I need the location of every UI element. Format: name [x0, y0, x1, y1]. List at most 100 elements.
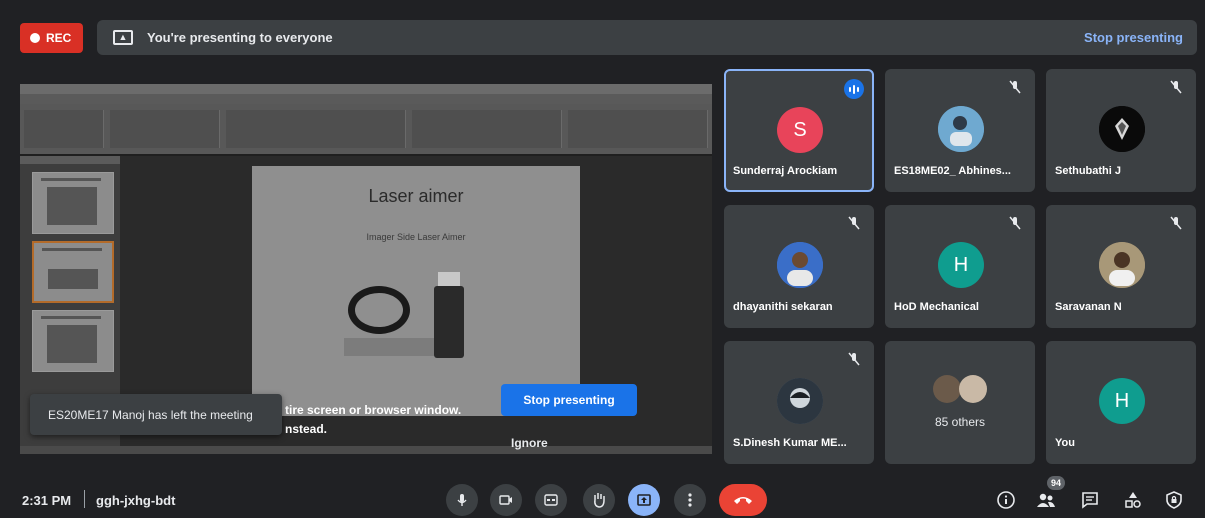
participant-name: ES18ME02_ Abhines...	[894, 165, 1011, 177]
shield-lock-icon	[1166, 491, 1182, 509]
thumb-image	[48, 269, 98, 289]
others-count-label: 85 others	[934, 415, 986, 429]
stop-presenting-link[interactable]: Stop presenting	[1084, 30, 1183, 45]
thumb-title	[42, 248, 102, 251]
mic-off-icon	[1170, 216, 1182, 230]
clock-time: 2:31 PM	[22, 493, 72, 508]
participant-tile[interactable]: S Sunderraj Arockiam	[724, 69, 874, 192]
slide-title: Laser aimer	[368, 186, 464, 206]
participant-tile[interactable]: S.Dinesh Kumar ME...	[724, 341, 874, 464]
participant-name: You	[1055, 437, 1075, 449]
share-notice-line1: tire screen or browser window.	[285, 403, 462, 417]
more-vert-icon	[688, 493, 692, 507]
raise-hand-button[interactable]	[583, 484, 615, 516]
mic-off-icon	[848, 216, 860, 230]
rec-label: REC	[46, 31, 72, 45]
participant-name: dhayanithi sekaran	[733, 301, 833, 313]
slide-thumbnail	[32, 172, 114, 234]
avatar: S	[777, 107, 823, 153]
presenting-banner: ▲ You're presenting to everyone Stop pre…	[97, 20, 1197, 55]
ppt-ribbon-group	[110, 110, 220, 148]
captions-icon	[544, 494, 558, 506]
thumb-image	[47, 325, 97, 363]
meeting-details-button[interactable]	[995, 489, 1017, 511]
present-now-button[interactable]	[628, 484, 660, 516]
ring-image	[348, 286, 410, 334]
slide-thumbnail	[32, 310, 114, 372]
participant-tile[interactable]: Saravanan N	[1046, 205, 1196, 328]
microphone-button[interactable]	[446, 484, 478, 516]
participant-left-toast: ES20ME17 Manoj has left the meeting	[30, 394, 282, 435]
mic-off-icon	[1009, 80, 1021, 94]
top-bar: REC ▲ You're presenting to everyone Stop…	[0, 0, 1205, 62]
ppt-slide-panel-tabs	[20, 156, 120, 164]
stop-presenting-button[interactable]: Stop presenting	[501, 384, 637, 416]
avatar: H	[938, 242, 984, 288]
ppt-ribbon-tabs	[20, 94, 712, 104]
participant-name: Saravanan N	[1055, 301, 1122, 313]
current-slide: Laser aimer Imager Side Laser Aimer	[252, 166, 580, 416]
participants-button[interactable]	[1035, 489, 1057, 511]
participants-count-badge: 94	[1047, 476, 1065, 490]
participant-name: Sunderraj Arockiam	[733, 165, 838, 177]
participant-name: HoD Mechanical	[894, 301, 979, 313]
thumb-title	[41, 178, 101, 181]
share-notice-line2: nstead.	[285, 422, 328, 436]
people-icon	[1037, 493, 1055, 507]
chat-icon	[1082, 492, 1098, 509]
presenting-text: You're presenting to everyone	[147, 30, 333, 45]
participant-name: Sethubathi J	[1055, 165, 1122, 177]
record-dot-icon	[30, 33, 40, 43]
ppt-ribbon-group	[24, 110, 104, 148]
mic-off-icon	[1009, 216, 1021, 230]
avatar-initial: H	[953, 253, 969, 276]
toast-text: ES20ME17 Manoj has left the meeting	[48, 407, 253, 422]
avatar-photo	[1099, 106, 1145, 152]
avatar-photo	[938, 106, 984, 152]
host-controls-button[interactable]	[1163, 489, 1185, 511]
mic-icon	[457, 494, 467, 506]
leave-call-button[interactable]	[719, 484, 767, 516]
speaking-indicator-icon	[844, 79, 864, 99]
participant-tile[interactable]: Sethubathi J	[1046, 69, 1196, 192]
info-icon	[997, 491, 1015, 509]
recording-badge: REC	[20, 23, 83, 53]
avatar-photo	[933, 375, 961, 403]
participant-tile[interactable]: dhayanithi sekaran	[724, 205, 874, 328]
meeting-code: ggh-jxhg-bdt	[96, 493, 176, 508]
present-icon	[637, 494, 651, 506]
more-options-button[interactable]	[674, 484, 706, 516]
captions-button[interactable]	[535, 484, 567, 516]
divider	[84, 490, 85, 508]
ppt-ribbon-group	[568, 110, 708, 148]
ignore-button[interactable]: Ignore	[511, 436, 548, 450]
avatar-photo	[777, 242, 823, 288]
avatar: H	[1099, 378, 1145, 424]
slide-caption	[344, 338, 434, 356]
thumb-title	[41, 316, 101, 319]
hand-icon	[594, 493, 605, 508]
mic-off-icon	[848, 352, 860, 366]
activities-button[interactable]	[1122, 489, 1144, 511]
participant-name: S.Dinesh Kumar ME...	[733, 437, 847, 449]
self-tile[interactable]: H You	[1046, 341, 1196, 464]
slide-subtitle: Imager Side Laser Aimer	[366, 232, 466, 242]
present-screen-icon: ▲	[113, 30, 133, 45]
camera-icon	[499, 495, 512, 505]
ppt-ribbon-group	[412, 110, 562, 148]
avatar-initial: S	[793, 118, 807, 141]
others-tile[interactable]: 85 others	[885, 341, 1035, 464]
camera-button[interactable]	[490, 484, 522, 516]
device-image	[434, 286, 464, 358]
ppt-statusbar	[20, 446, 712, 454]
mic-off-icon	[1170, 80, 1182, 94]
chat-button[interactable]	[1079, 489, 1101, 511]
avatar-initial: H	[1114, 389, 1130, 412]
ppt-ribbon-group	[226, 110, 406, 148]
activities-icon	[1125, 492, 1141, 508]
participant-tile[interactable]: H HoD Mechanical	[885, 205, 1035, 328]
avatar-photo	[1099, 242, 1145, 288]
hang-up-icon	[734, 497, 752, 504]
participant-tile[interactable]: ES18ME02_ Abhines...	[885, 69, 1035, 192]
avatar-photo	[777, 378, 823, 424]
